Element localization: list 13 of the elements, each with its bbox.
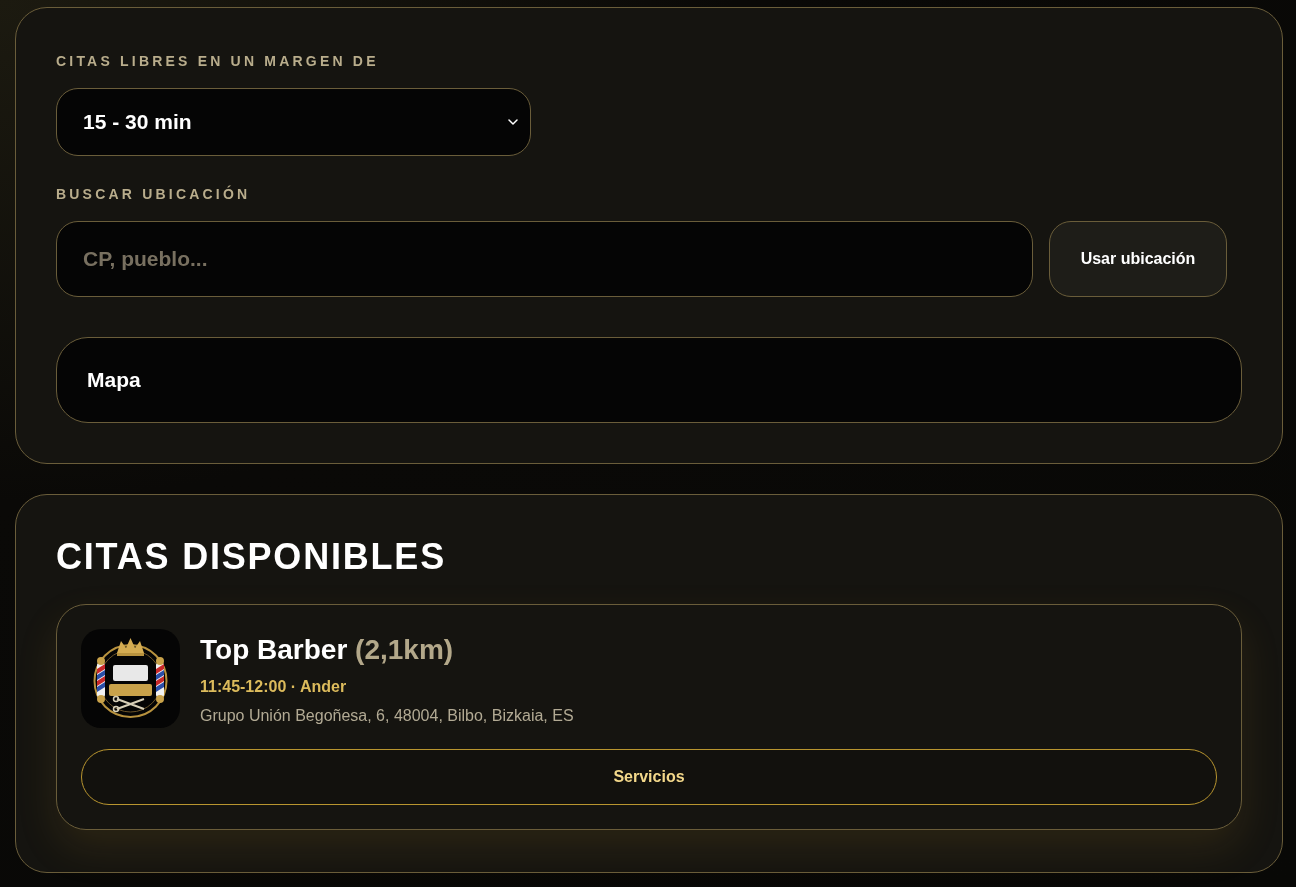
chevron-down-icon [508, 119, 518, 125]
time-slot: 11:45-12:00 · Ander [200, 677, 574, 697]
field-label: BUSCAR UBICACIÓN [56, 185, 252, 203]
shop-address: Grupo Unión Begoñesa, 6, 48004, Bilbo, Bizkaia, ES [200, 706, 574, 726]
section-heading: CITAS DISPONIBLES [56, 535, 447, 579]
use-location-button[interactable]: Usar ubicación [1049, 221, 1227, 297]
location-search-field[interactable]: CP, pueblo... [56, 221, 1033, 297]
barber-logo-icon [81, 629, 180, 728]
time-margin-select[interactable]: 15 - 30 min [56, 88, 531, 156]
map-toggle[interactable]: Mapa [56, 337, 1242, 423]
shop-name: Top Barber (2,1km) [200, 633, 455, 667]
services-button[interactable]: Servicios [81, 749, 1217, 805]
field-label: CITAS LIBRES EN UN MARGEN DE [56, 52, 380, 70]
